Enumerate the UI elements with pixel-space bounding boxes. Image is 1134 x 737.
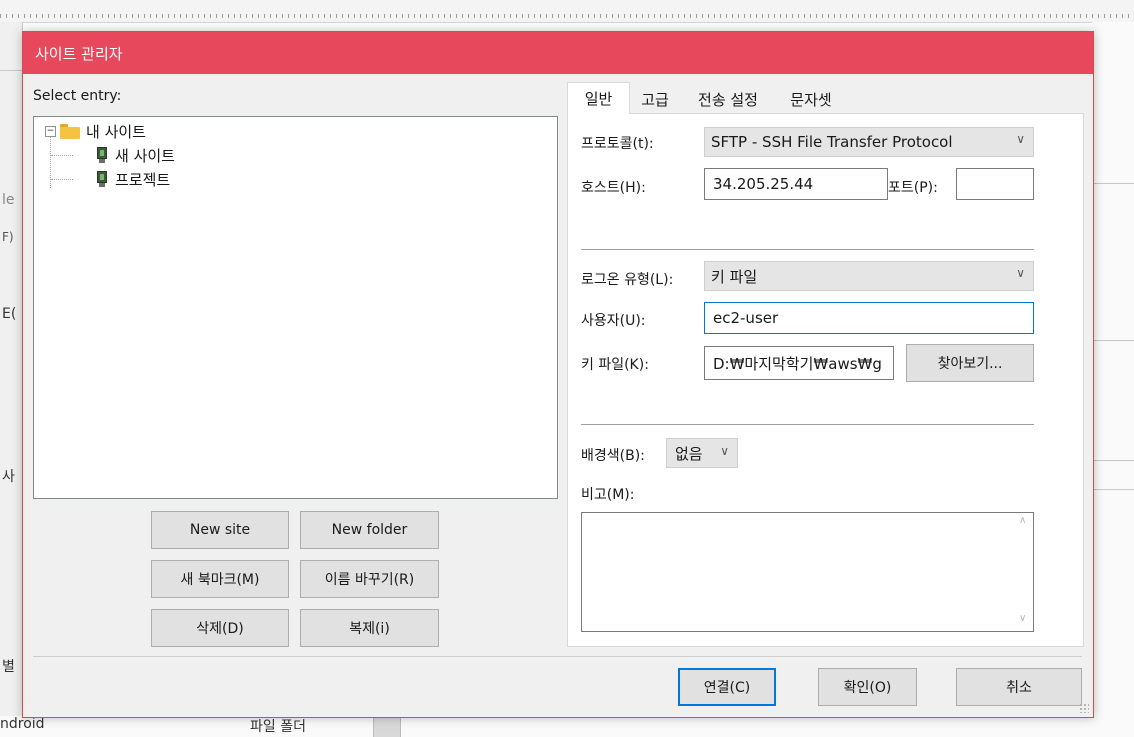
background-divider	[0, 70, 22, 71]
select-entry-label: Select entry:	[33, 88, 122, 104]
background-color-select[interactable]: 없음 ∨	[666, 438, 738, 468]
comments-label: 비고(M):	[581, 487, 635, 503]
protocol-label: 프로토콜(t):	[581, 136, 654, 152]
background-text: E(	[2, 306, 17, 322]
cancel-button[interactable]: 취소	[956, 668, 1082, 706]
tree-item-label: 내 사이트	[86, 122, 146, 141]
tree-item-label: 프로젝트	[115, 170, 171, 189]
new-folder-button[interactable]: New folder	[300, 511, 439, 549]
chevron-down-icon: ∨	[720, 444, 729, 458]
background-left-panel	[0, 22, 23, 737]
new-site-button[interactable]: New site	[151, 511, 289, 549]
tab-charset[interactable]: 문자셋	[776, 84, 846, 114]
background-divider	[1092, 183, 1134, 184]
site-server-icon	[97, 146, 107, 164]
tree-item-my-sites[interactable]: − 내 사이트	[45, 120, 146, 142]
site-tree[interactable]: − 내 사이트 새 사이트 프로젝트	[33, 116, 558, 499]
close-icon[interactable]	[1047, 32, 1093, 74]
background-text: 별	[2, 659, 15, 675]
delete-button[interactable]: 삭제(D)	[151, 609, 289, 647]
background-right-panel	[1092, 22, 1134, 737]
tab-general[interactable]: 일반	[567, 82, 630, 114]
keyfile-input[interactable]: D:₩마지막학기₩aws₩g	[704, 346, 894, 380]
site-manager-dialog: 사이트 관리자 Select entry: − 내 사이트 새 사이트 프로젝트…	[22, 31, 1094, 718]
background-color-label: 배경색(B):	[581, 448, 645, 464]
section-divider	[581, 249, 1034, 250]
background-scrollbar	[373, 716, 401, 737]
logon-type-label: 로그온 유형(L):	[581, 272, 674, 288]
title-bar: 사이트 관리자	[23, 32, 1093, 74]
logon-type-value: 키 파일	[711, 267, 758, 286]
background-text: F)	[2, 230, 14, 244]
background-file-name: ndroid	[0, 716, 45, 732]
duplicate-button[interactable]: 복제(i)	[300, 609, 439, 647]
background-text: 사	[2, 469, 15, 485]
background-divider	[1092, 489, 1134, 490]
keyfile-label: 키 파일(K):	[581, 357, 649, 373]
host-label: 호스트(H):	[581, 180, 646, 196]
tree-connector	[50, 136, 51, 188]
tree-connector	[51, 179, 73, 180]
new-bookmark-button[interactable]: 새 북마크(M)	[151, 560, 289, 598]
resize-grip-icon[interactable]	[1079, 703, 1089, 713]
logon-type-select[interactable]: 키 파일 ∨	[704, 261, 1034, 291]
user-input[interactable]: ec2-user	[704, 302, 1034, 334]
collapse-icon[interactable]: −	[45, 125, 56, 137]
background-color-value: 없음	[675, 444, 703, 463]
comments-textarea[interactable]: ∧ ∨	[581, 512, 1034, 632]
tree-connector	[51, 155, 73, 156]
connect-button[interactable]: 연결(C)	[678, 668, 776, 706]
tree-item-label: 새 사이트	[115, 146, 175, 165]
scroll-up-icon[interactable]: ∧	[1019, 515, 1026, 526]
background-divider	[1092, 460, 1134, 461]
scroll-down-icon[interactable]: ∨	[1019, 613, 1026, 624]
folder-icon	[60, 123, 80, 139]
background-divider	[1092, 340, 1134, 341]
port-input[interactable]	[956, 168, 1034, 200]
ok-button[interactable]: 확인(O)	[818, 668, 917, 706]
tab-transfer-settings[interactable]: 전송 설정	[680, 84, 776, 114]
browse-button[interactable]: 찾아보기...	[906, 344, 1034, 382]
tree-item-project[interactable]: 프로젝트	[97, 168, 170, 190]
footer-divider	[33, 656, 1082, 657]
background-ruler	[0, 0, 1134, 23]
comments-scrollbar[interactable]: ∧ ∨	[1016, 513, 1033, 631]
chevron-down-icon: ∨	[1016, 266, 1025, 280]
site-server-icon	[97, 170, 107, 188]
port-label: 포트(P):	[888, 180, 938, 196]
background-file-type: 파일 폴더	[250, 719, 306, 735]
background-file-list: ndroid 파일 폴더	[0, 716, 1134, 737]
user-label: 사용자(U):	[581, 313, 646, 329]
protocol-select[interactable]: SFTP - SSH File Transfer Protocol ∨	[704, 127, 1034, 157]
section-divider	[581, 424, 1034, 425]
tab-advanced[interactable]: 고급	[630, 84, 680, 114]
protocol-value: SFTP - SSH File Transfer Protocol	[711, 133, 953, 151]
tree-item-new-site[interactable]: 새 사이트	[97, 144, 175, 166]
dialog-title: 사이트 관리자	[35, 45, 123, 63]
rename-button[interactable]: 이름 바꾸기(R)	[300, 560, 439, 598]
host-input[interactable]: 34.205.25.44	[704, 168, 888, 200]
background-text: le	[2, 192, 15, 208]
chevron-down-icon: ∨	[1016, 132, 1025, 146]
